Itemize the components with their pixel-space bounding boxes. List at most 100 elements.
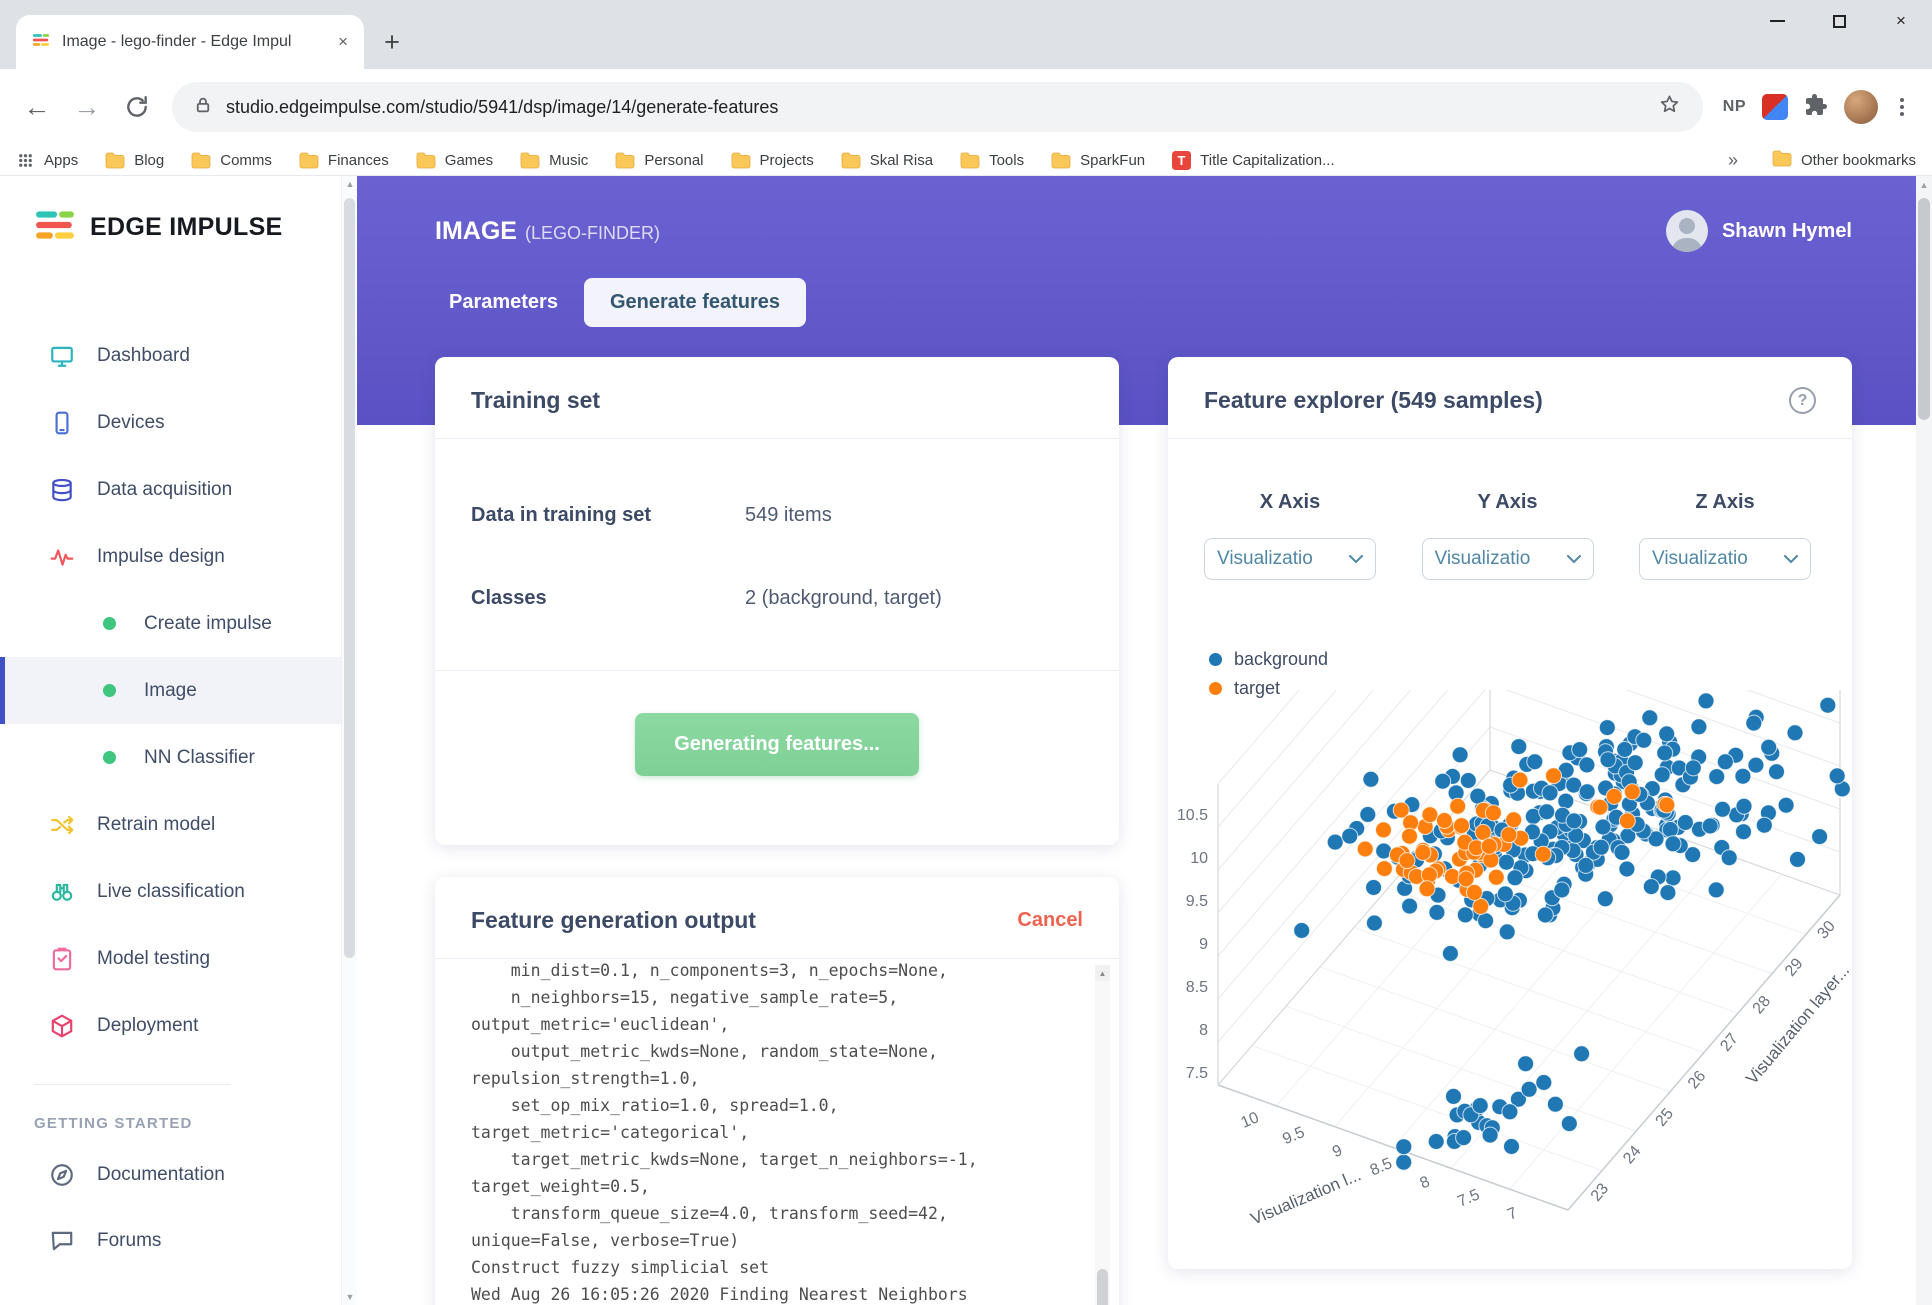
browser-profile-avatar[interactable] — [1844, 90, 1878, 124]
scatter-point-background[interactable] — [1469, 787, 1487, 805]
extension-icon[interactable] — [1762, 94, 1788, 120]
scatter-point-background[interactable] — [1613, 843, 1631, 861]
edge-impulse-logo[interactable]: EDGE IMPULSE — [34, 209, 341, 246]
bookmark-item[interactable]: Games — [416, 152, 493, 169]
generate-features-button[interactable]: Generating features... — [635, 713, 919, 776]
scatter-point-background[interactable] — [1786, 724, 1804, 742]
scatter-point-background[interactable] — [1697, 692, 1715, 710]
scatter-point-background[interactable] — [1755, 816, 1773, 834]
console-scrollbar-track[interactable] — [1095, 981, 1110, 1305]
scatter-point-background[interactable] — [1735, 823, 1752, 841]
scatter-point-background[interactable] — [1714, 800, 1731, 818]
sidebar-item-dashboard[interactable]: Dashboard — [0, 322, 341, 389]
sidebar-item-create-impulse[interactable]: Create impulse — [0, 590, 341, 657]
scatter-point-background[interactable] — [1701, 817, 1719, 835]
scatter-point-background[interactable] — [1661, 821, 1679, 838]
scatter-point-background[interactable] — [1676, 814, 1694, 831]
scatter-point-background[interactable] — [1616, 741, 1634, 758]
scatter-point-target[interactable] — [1465, 883, 1483, 901]
scatter-point-background[interactable] — [1293, 922, 1311, 939]
scatter-point-background[interactable] — [1571, 741, 1589, 759]
scatter-point-target[interactable] — [1401, 827, 1418, 845]
cancel-link[interactable]: Cancel — [1017, 909, 1083, 932]
scatter-point-target[interactable] — [1500, 826, 1518, 844]
sidebar-scrollbar-thumb[interactable] — [344, 198, 355, 958]
scatter-point-target[interactable] — [1484, 804, 1502, 822]
other-bookmarks-button[interactable]: Other bookmarks — [1772, 150, 1916, 171]
console-scrollbar-thumb[interactable] — [1097, 1269, 1108, 1305]
scatter-point-target[interactable] — [1435, 812, 1453, 829]
scatter-point-background[interactable] — [1341, 827, 1359, 845]
help-icon[interactable]: ? — [1789, 387, 1816, 414]
scatter-point-target[interactable] — [1421, 806, 1439, 824]
scatter-point-target[interactable] — [1480, 837, 1498, 855]
sidebar-item-forums[interactable]: Forums — [0, 1208, 341, 1274]
scatter-point-background[interactable] — [1720, 849, 1738, 867]
scatter-point-background[interactable] — [1598, 719, 1616, 737]
sidebar-item-deployment[interactable]: Deployment — [0, 992, 341, 1059]
scatter-point-background[interactable] — [1455, 1129, 1473, 1147]
scatter-point-background[interactable] — [1541, 784, 1559, 802]
bookmark-item[interactable]: Finances — [299, 152, 389, 169]
sidebar-item-documentation[interactable]: Documentation — [0, 1142, 341, 1208]
scatter-point-background[interactable] — [1497, 853, 1515, 871]
np-extension-badge[interactable]: NP — [1723, 98, 1746, 116]
scatter-point-background[interactable] — [1560, 1115, 1578, 1133]
scatter-point-background[interactable] — [1684, 759, 1702, 777]
scatter-point-background[interactable] — [1520, 1080, 1538, 1098]
scatter-point-background[interactable] — [1618, 860, 1636, 878]
scatter-point-target[interactable] — [1591, 798, 1609, 816]
sidebar-item-image[interactable]: Image — [0, 657, 341, 724]
scatter-point-background[interactable] — [1716, 753, 1734, 771]
scatter-point-background[interactable] — [1828, 767, 1846, 785]
scatter-point-background[interactable] — [1498, 923, 1516, 941]
scatter-point-target[interactable] — [1414, 844, 1432, 861]
bookmark-item[interactable]: Blog — [105, 152, 164, 169]
browser-menu-icon[interactable] — [1894, 98, 1910, 116]
scatter-point-target[interactable] — [1418, 880, 1436, 898]
bookmarks-overflow-chevron[interactable]: » — [1728, 150, 1738, 171]
axis-select-z[interactable]: Visualizatio — [1639, 538, 1811, 580]
sidebar-item-retrain-model[interactable]: Retrain model — [0, 791, 341, 858]
scatter-point-background[interactable] — [1441, 945, 1459, 962]
scatter-point-target[interactable] — [1618, 812, 1636, 830]
scatter-point-background[interactable] — [1538, 803, 1556, 821]
bookmark-star-icon[interactable] — [1658, 93, 1681, 121]
bookmark-item[interactable]: T Title Capitalization... — [1172, 150, 1335, 170]
scatter-point-background[interactable] — [1658, 725, 1676, 743]
scatter-point-target[interactable] — [1375, 860, 1393, 878]
scatter-point-target[interactable] — [1658, 796, 1676, 814]
puzzle-extensions-icon[interactable] — [1804, 93, 1828, 122]
sidebar-item-devices[interactable]: Devices — [0, 389, 341, 456]
scatter-point-background[interactable] — [1445, 1087, 1462, 1105]
scatter-point-background[interactable] — [1573, 1045, 1591, 1063]
scatter-point-background[interactable] — [1592, 838, 1610, 856]
scatter-point-target[interactable] — [1511, 771, 1529, 789]
window-maximize-button[interactable] — [1808, 0, 1870, 42]
scroll-up-arrow-icon[interactable]: ▲ — [1916, 176, 1932, 194]
back-button[interactable]: ← — [16, 92, 58, 123]
scatter-point-background[interactable] — [1395, 1138, 1413, 1156]
scatter-point-target[interactable] — [1356, 840, 1374, 858]
scatter-point-background[interactable] — [1707, 881, 1725, 899]
scatter-point-target[interactable] — [1449, 797, 1467, 815]
scatter-point-background[interactable] — [1359, 806, 1377, 823]
bookmark-item[interactable]: Apps — [16, 151, 78, 170]
scatter-point-background[interactable] — [1471, 1097, 1489, 1115]
sidebar-item-live-classification[interactable]: Live classification — [0, 858, 341, 925]
scatter-point-background[interactable] — [1745, 714, 1763, 732]
scatter-point-background[interactable] — [1365, 914, 1383, 932]
scatter-point-background[interactable] — [1578, 783, 1596, 801]
feature-explorer-plot[interactable]: 10.5109.598.587.5109.598.587.57232425262… — [1168, 690, 1852, 1269]
scatter-point-background[interactable] — [1546, 1095, 1564, 1113]
scatter-point-background[interactable] — [1553, 881, 1571, 899]
scatter-point-background[interactable] — [1599, 751, 1617, 769]
scatter-point-background[interactable] — [1789, 850, 1806, 868]
scatter-point-background[interactable] — [1768, 763, 1785, 781]
scatter-point-background[interactable] — [1626, 754, 1644, 772]
scatter-point-background[interactable] — [1653, 766, 1671, 784]
sidebar-item-nn-classifier[interactable]: NN Classifier — [0, 724, 341, 791]
scatter-point-background[interactable] — [1451, 746, 1469, 764]
padlock-icon[interactable] — [194, 95, 212, 120]
scatter-point-target[interactable] — [1623, 783, 1641, 801]
